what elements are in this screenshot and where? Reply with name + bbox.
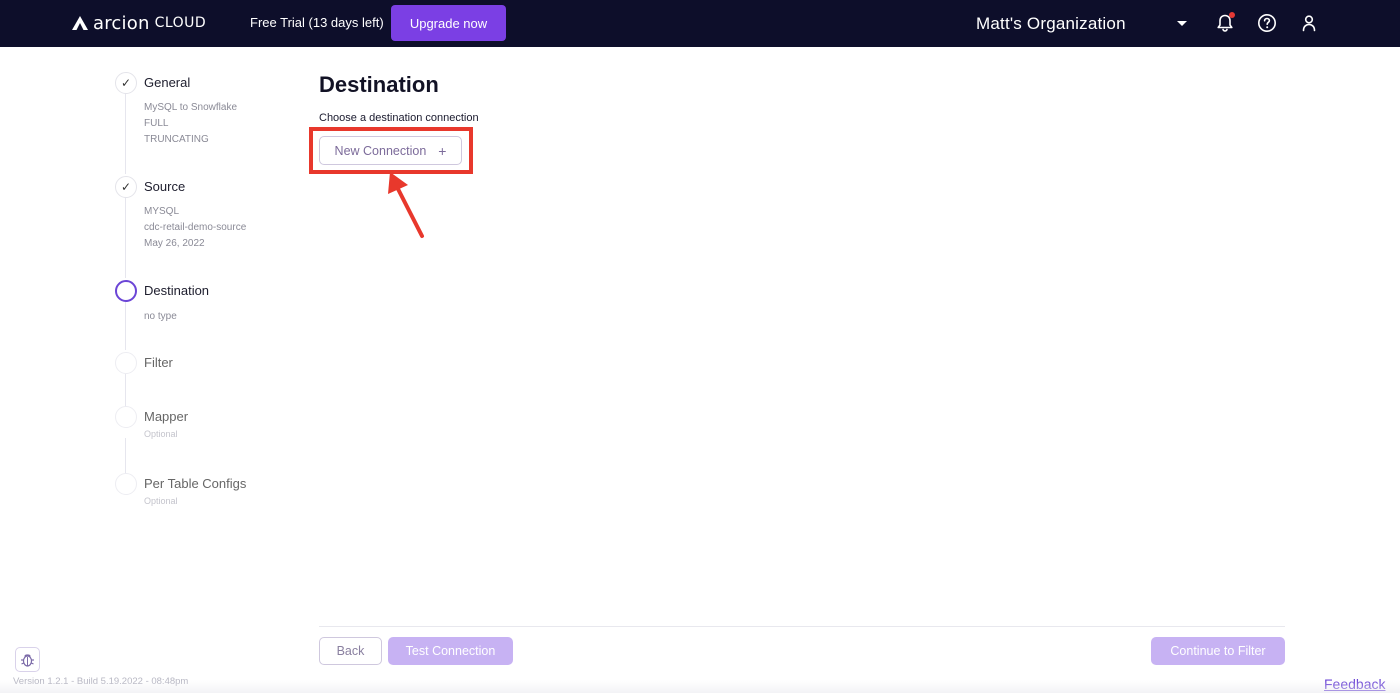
stepper-rail — [125, 302, 126, 350]
step-title: General — [144, 75, 191, 90]
logo-wordmark: arcion — [93, 12, 150, 34]
bottom-fade — [0, 680, 1400, 693]
logo-suffix: CLOUD — [154, 15, 207, 31]
pending-step-indicator — [115, 473, 137, 495]
upgrade-button[interactable]: Upgrade now — [391, 5, 506, 41]
step-detail: cdc-retail-demo-source — [144, 222, 247, 233]
top-bar: arcion CLOUD Free Trial (13 days left) U… — [0, 0, 1400, 47]
test-connection-button[interactable]: Test Connection — [388, 637, 513, 665]
stepper-rail — [125, 92, 126, 174]
step-detail: Optional — [144, 496, 178, 506]
arcion-logo-icon — [72, 16, 88, 30]
page-title: Destination — [319, 72, 439, 97]
stepper-rail — [125, 196, 126, 278]
check-icon: ✓ — [115, 72, 137, 94]
continue-to-filter-button[interactable]: Continue to Filter — [1151, 637, 1285, 665]
trial-status: Free Trial (13 days left) — [250, 15, 384, 30]
destination-prompt: Choose a destination connection — [319, 112, 479, 124]
pending-step-indicator — [115, 352, 137, 374]
check-icon: ✓ — [115, 176, 137, 198]
bug-icon — [21, 654, 34, 667]
pending-step-indicator — [115, 406, 137, 428]
help-icon[interactable] — [1257, 13, 1277, 33]
step-title: Destination — [144, 283, 210, 298]
step-detail: Optional — [144, 429, 178, 439]
organization-name[interactable]: Matt's Organization — [976, 14, 1126, 34]
step-title: Per Table Configs — [144, 476, 247, 491]
step-detail: no type — [144, 311, 177, 322]
step-detail: FULL — [144, 118, 169, 129]
org-dropdown-caret-icon[interactable] — [1177, 21, 1187, 26]
step-title: Filter — [144, 355, 173, 370]
bug-report-button[interactable] — [15, 647, 40, 672]
back-button[interactable]: Back — [319, 637, 382, 665]
annotation-arrow-icon — [388, 172, 424, 238]
current-step-indicator — [115, 280, 137, 302]
step-detail: MySQL to Snowflake — [144, 102, 238, 113]
step-detail: MYSQL — [144, 206, 180, 217]
step-title: Source — [144, 179, 186, 194]
logo[interactable]: arcion CLOUD — [71, 12, 206, 34]
footer-divider — [319, 626, 1285, 627]
step-title: Mapper — [144, 409, 189, 424]
user-icon[interactable] — [1299, 13, 1319, 33]
notification-dot — [1229, 12, 1235, 18]
step-detail: May 26, 2022 — [144, 238, 205, 249]
step-detail: TRUNCATING — [144, 134, 209, 145]
